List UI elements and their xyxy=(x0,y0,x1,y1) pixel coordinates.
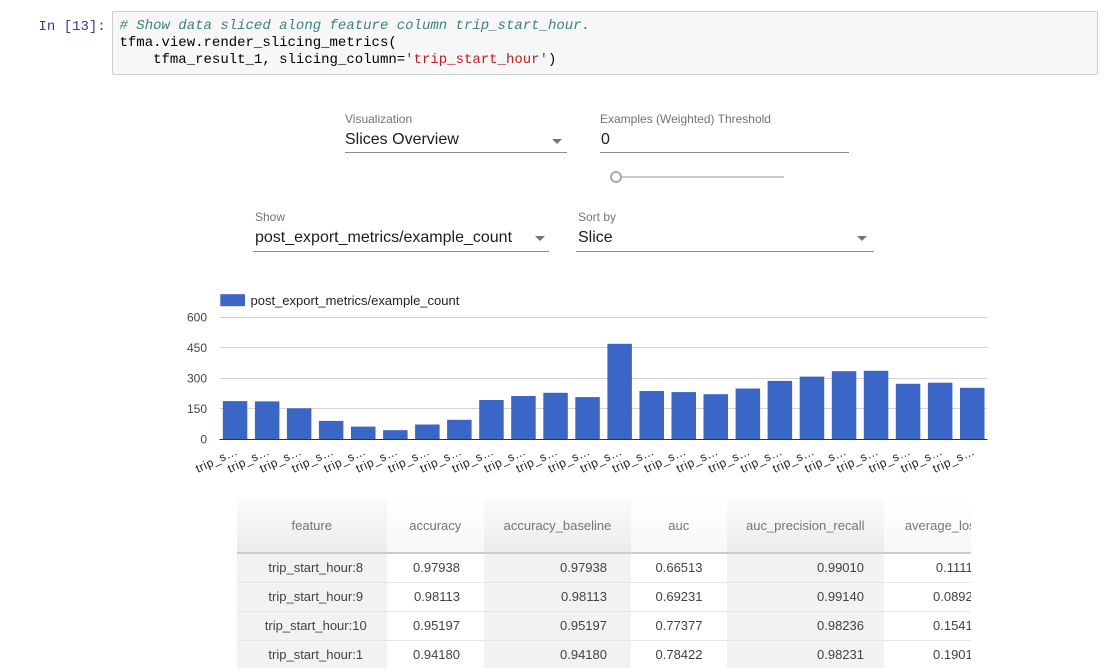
svg-text:300: 300 xyxy=(187,372,207,386)
svg-text:600: 600 xyxy=(187,311,207,325)
svg-text:150: 150 xyxy=(187,402,207,416)
svg-text:450: 450 xyxy=(187,341,207,355)
svg-text:post_export_metrics/example_co: post_export_metrics/example_count xyxy=(251,293,460,308)
svg-text:0: 0 xyxy=(200,433,207,447)
